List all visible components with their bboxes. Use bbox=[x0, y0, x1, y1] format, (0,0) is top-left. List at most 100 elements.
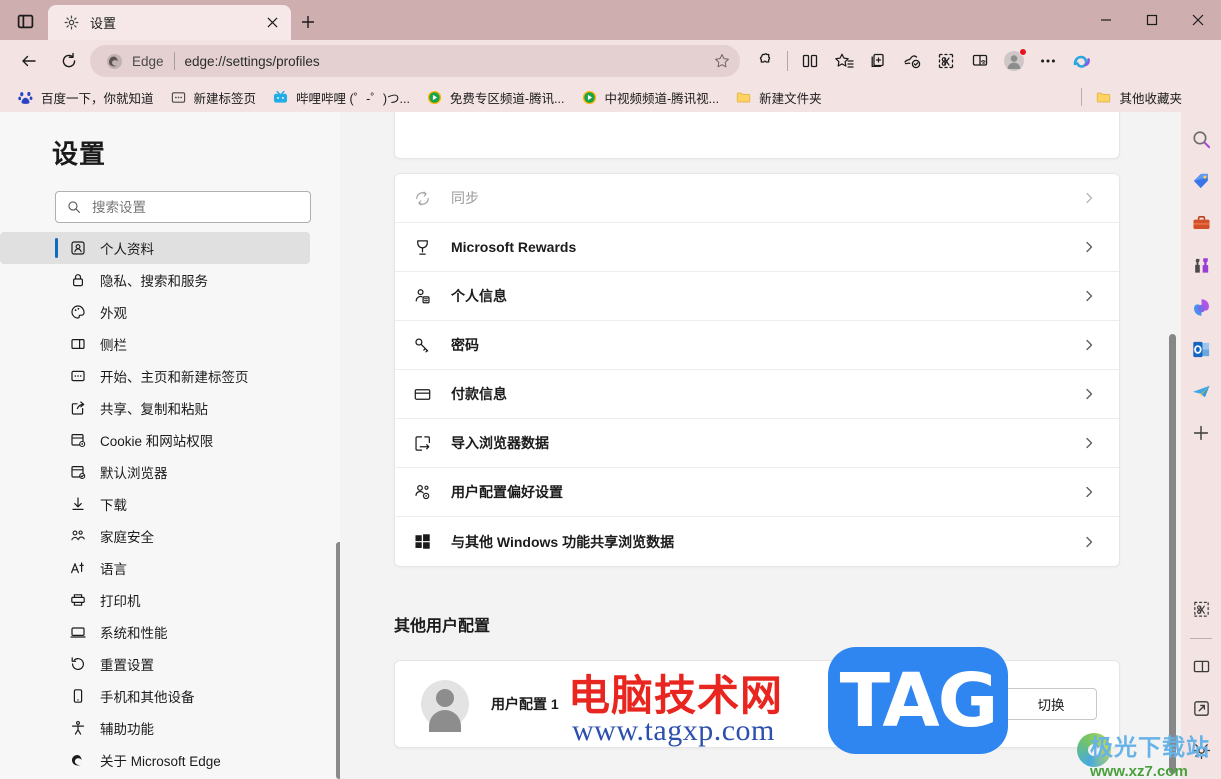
settings-row-passwords[interactable]: 密码 bbox=[395, 321, 1119, 370]
bookmark-item[interactable]: 免费专区频道-腾讯... bbox=[419, 85, 572, 109]
settings-row-label: 与其他 Windows 功能共享浏览数据 bbox=[451, 533, 675, 550]
screenshot-icon[interactable] bbox=[1186, 594, 1216, 624]
settings-row-profile-preferences[interactable]: 用户配置偏好设置 bbox=[395, 468, 1119, 517]
reload-button[interactable] bbox=[52, 45, 86, 77]
family-icon bbox=[69, 527, 87, 545]
browser-essentials-icon[interactable] bbox=[895, 45, 929, 77]
close-button[interactable] bbox=[1175, 0, 1221, 40]
switch-profile-button[interactable]: 切换 bbox=[1005, 688, 1097, 720]
sidebar-item-label: 外观 bbox=[100, 306, 127, 321]
settings-row-sync[interactable]: 同步 bbox=[395, 174, 1119, 223]
content-scrollbar[interactable] bbox=[1169, 112, 1176, 779]
sidebar-item-printers[interactable]: 打印机 bbox=[0, 584, 310, 616]
sidebar-item-share-copy-paste[interactable]: 共享、复制和粘贴 bbox=[0, 392, 310, 424]
bookmark-item[interactable]: 中视频频道-腾讯视... bbox=[574, 85, 727, 109]
search-settings-box[interactable] bbox=[55, 191, 311, 223]
sidebar-item-family-safety[interactable]: 家庭安全 bbox=[0, 520, 310, 552]
sidebar-item-languages[interactable]: 语言 bbox=[0, 552, 310, 584]
search-input[interactable] bbox=[92, 199, 300, 215]
settings-row-rewards[interactable]: Microsoft Rewards bbox=[395, 223, 1119, 272]
settings-row-label: 个人信息 bbox=[451, 288, 507, 304]
sidebar-scrollbar[interactable] bbox=[336, 112, 340, 779]
profile-prefs-icon bbox=[411, 481, 433, 503]
address-url-text: edge://settings/profiles bbox=[184, 53, 320, 69]
profile-avatar-button[interactable] bbox=[997, 45, 1031, 77]
sidebar-item-label: 系统和性能 bbox=[100, 626, 168, 641]
sidebar-item-downloads[interactable]: 下载 bbox=[0, 488, 310, 520]
settings-row-label: 密码 bbox=[451, 337, 479, 353]
bookmark-folder[interactable]: 新建文件夹 bbox=[728, 85, 829, 109]
sidebar-item-reset[interactable]: 重置设置 bbox=[0, 648, 310, 680]
sidebar-item-system[interactable]: 系统和性能 bbox=[0, 616, 310, 648]
language-icon bbox=[69, 559, 87, 577]
open-external-icon[interactable] bbox=[1186, 693, 1216, 723]
settings-gear-icon[interactable] bbox=[1186, 735, 1216, 765]
palette-icon bbox=[69, 303, 87, 321]
sidebar-item-label: 个人资料 bbox=[100, 242, 154, 257]
sidebar-item-about-edge[interactable]: 关于 Microsoft Edge bbox=[0, 744, 310, 776]
more-options-icon[interactable] bbox=[1031, 45, 1065, 77]
content-scrollbar-thumb[interactable] bbox=[1169, 334, 1176, 774]
bookmark-item[interactable]: 新建标签页 bbox=[163, 85, 264, 109]
split-pane-icon[interactable] bbox=[1186, 651, 1216, 681]
sidebar-item-start-home[interactable]: 开始、主页和新建标签页 bbox=[0, 360, 310, 392]
sidebar-scrollbar-thumb[interactable] bbox=[336, 542, 340, 779]
shopping-tag-icon[interactable] bbox=[1186, 166, 1216, 196]
sidebar-item-privacy[interactable]: 隐私、搜索和服务 bbox=[0, 264, 310, 296]
sidebar-item-profiles[interactable]: 个人资料 bbox=[0, 232, 310, 264]
sidebar-item-label: 关于 Microsoft Edge bbox=[100, 754, 221, 769]
settings-row-import-data[interactable]: 导入浏览器数据 bbox=[395, 419, 1119, 468]
settings-row-label: 同步 bbox=[451, 190, 479, 206]
sidebar-item-accessibility[interactable]: 辅助功能 bbox=[0, 712, 310, 744]
sidebar-item-label: 开始、主页和新建标签页 bbox=[100, 370, 249, 385]
add-icon[interactable] bbox=[1186, 418, 1216, 448]
address-bar[interactable]: Edge edge://settings/profiles bbox=[90, 45, 740, 77]
settings-row-payment-info[interactable]: 付款信息 bbox=[395, 370, 1119, 419]
telegram-icon[interactable] bbox=[1186, 376, 1216, 406]
share-icon bbox=[69, 399, 87, 417]
favorite-star-icon[interactable] bbox=[708, 47, 736, 75]
sidebar-item-sidebar[interactable]: 侧栏 bbox=[0, 328, 310, 360]
bookmarks-bar: 百度一下，你就知道 新建标签页 哔哩哔哩 (゜-゜)つ... 免费专区频道-腾讯… bbox=[0, 82, 1221, 112]
sidebar-item-default-browser[interactable]: 默认浏览器 bbox=[0, 456, 310, 488]
chevron-right-icon bbox=[1081, 339, 1097, 351]
split-screen-icon[interactable] bbox=[793, 45, 827, 77]
favorites-icon[interactable] bbox=[827, 45, 861, 77]
other-profile-card[interactable]: 用户配置 1 切换 bbox=[394, 660, 1120, 748]
search-icon[interactable] bbox=[1186, 124, 1216, 154]
bookmark-item[interactable]: 百度一下，你就知道 bbox=[10, 85, 161, 109]
browser-tab[interactable]: 设置 bbox=[48, 5, 291, 40]
back-button[interactable] bbox=[12, 45, 46, 77]
new-tab-button[interactable] bbox=[296, 10, 320, 34]
sync-icon bbox=[411, 187, 433, 209]
other-favorites-label: 其他收藏夹 bbox=[1119, 91, 1182, 106]
settings-row-label: 导入浏览器数据 bbox=[451, 435, 549, 451]
settings-row-share-windows[interactable]: 与其他 Windows 功能共享浏览数据 bbox=[395, 517, 1119, 566]
office-icon[interactable] bbox=[1186, 292, 1216, 322]
settings-row-personal-info[interactable]: 个人信息 bbox=[395, 272, 1119, 321]
collections-icon[interactable] bbox=[861, 45, 895, 77]
web-capture-icon[interactable] bbox=[929, 45, 963, 77]
other-favorites-folder[interactable]: 其他收藏夹 bbox=[1088, 85, 1189, 109]
minimize-button[interactable] bbox=[1083, 0, 1129, 40]
rail-divider bbox=[1190, 638, 1212, 639]
sidebar-item-phone-devices[interactable]: 手机和其他设备 bbox=[0, 680, 310, 712]
close-icon[interactable] bbox=[261, 12, 283, 34]
sidebar-item-cookies[interactable]: Cookie 和网站权限 bbox=[0, 424, 310, 456]
vertical-tabs-icon[interactable] bbox=[12, 9, 38, 33]
chevron-right-icon bbox=[1081, 486, 1097, 498]
settings-nav-list: 个人资料 隐私、搜索和服务 外观 侧栏 开始、主页和新建标签页 共享、复制和粘贴… bbox=[0, 232, 340, 776]
phone-icon bbox=[69, 687, 87, 705]
outlook-icon[interactable] bbox=[1186, 334, 1216, 364]
maximize-button[interactable] bbox=[1129, 0, 1175, 40]
settings-row-label: Microsoft Rewards bbox=[451, 239, 577, 255]
read-aloud-icon[interactable] bbox=[963, 45, 997, 77]
bookmark-item[interactable]: 哔哩哔哩 (゜-゜)つ... bbox=[265, 85, 417, 109]
copilot-icon[interactable] bbox=[1065, 45, 1099, 77]
sidebar-item-label: Cookie 和网站权限 bbox=[100, 434, 214, 449]
games-icon[interactable] bbox=[1186, 250, 1216, 280]
sidebar-item-appearance[interactable]: 外观 bbox=[0, 296, 310, 328]
extensions-icon[interactable] bbox=[748, 45, 782, 77]
default-browser-icon bbox=[69, 463, 87, 481]
tools-briefcase-icon[interactable] bbox=[1186, 208, 1216, 238]
